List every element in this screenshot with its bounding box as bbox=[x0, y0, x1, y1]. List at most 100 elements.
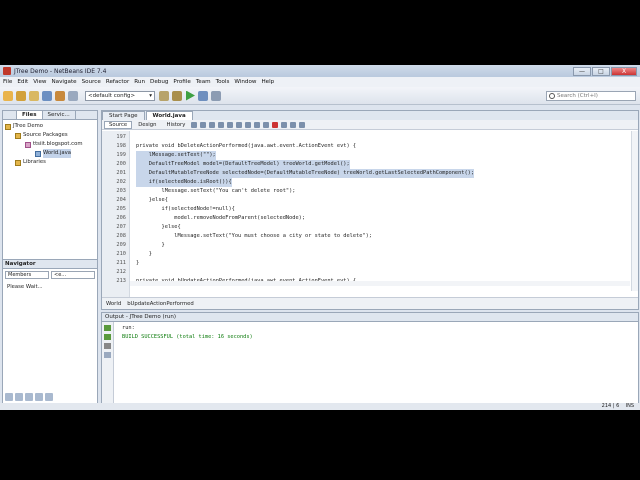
tab-world-java[interactable]: World.java bbox=[145, 111, 193, 120]
run-icon[interactable] bbox=[186, 90, 195, 101]
code-text: private void bDeleteActionPerformed(java… bbox=[136, 143, 357, 149]
navigator-status: Please Wait... bbox=[7, 284, 43, 290]
code-line[interactable]: 197 bbox=[102, 133, 638, 142]
tab-history[interactable]: History bbox=[163, 122, 190, 128]
save-all-icon[interactable] bbox=[42, 90, 52, 101]
menu-navigate[interactable]: Navigate bbox=[52, 79, 77, 85]
shift-left-icon[interactable] bbox=[254, 121, 261, 128]
menu-view[interactable]: View bbox=[33, 79, 46, 85]
back-icon[interactable] bbox=[191, 121, 198, 128]
code-line[interactable]: 198 private void bDeleteActionPerformed(j… bbox=[102, 142, 638, 151]
code-line[interactable]: 208 lMessage.setText("You must choose a … bbox=[102, 232, 638, 241]
minimize-button[interactable]: — bbox=[573, 66, 591, 76]
shift-right-icon[interactable] bbox=[263, 121, 270, 128]
new-file-icon[interactable] bbox=[3, 90, 13, 101]
code-line[interactable]: 204 }else{ bbox=[102, 196, 638, 205]
forward-icon[interactable] bbox=[200, 121, 207, 128]
output-title: Output - JTree Demo (run) bbox=[102, 313, 638, 322]
menu-edit[interactable]: Edit bbox=[17, 79, 28, 85]
tree-item-package[interactable]: ttsiit.blogspot.com bbox=[3, 140, 97, 149]
macro-stop-icon[interactable] bbox=[281, 121, 288, 128]
menu-team[interactable]: Team bbox=[196, 79, 211, 85]
maximize-button[interactable]: □ bbox=[592, 66, 610, 76]
tab-files[interactable]: Files bbox=[17, 111, 43, 119]
menu-profile[interactable]: Profile bbox=[173, 79, 190, 85]
filter-fields-icon[interactable] bbox=[5, 393, 13, 401]
navigator-title: Navigator bbox=[3, 260, 97, 269]
stop-icon[interactable] bbox=[104, 343, 111, 349]
filter-static-icon[interactable] bbox=[15, 393, 23, 401]
tab-services[interactable]: Servic... bbox=[43, 111, 76, 119]
debug-icon[interactable] bbox=[198, 90, 208, 101]
tree-item-libraries[interactable]: Libraries bbox=[3, 158, 97, 167]
code-line[interactable]: 211} bbox=[102, 259, 638, 268]
code-area[interactable]: 197 198 private void bDeleteActionPerforme… bbox=[102, 131, 638, 299]
tree-item-world-java[interactable]: World.java bbox=[3, 149, 97, 158]
toggle-highlight-icon[interactable] bbox=[236, 121, 243, 128]
tab-start-page[interactable]: Start Page bbox=[102, 111, 145, 120]
caret-position: 214 | 6 bbox=[601, 403, 620, 409]
tree-label: Source Packages bbox=[23, 132, 68, 138]
find-icon[interactable] bbox=[209, 121, 216, 128]
sort-icon[interactable] bbox=[35, 393, 43, 401]
rerun-icon[interactable] bbox=[104, 325, 111, 331]
code-line[interactable]: 206 model.removeNodeFromParent(selectedN… bbox=[102, 214, 638, 223]
menu-window[interactable]: Window bbox=[234, 79, 256, 85]
comment-icon[interactable] bbox=[290, 121, 297, 128]
horizontal-scrollbar[interactable] bbox=[130, 281, 630, 286]
rerun-params-icon[interactable] bbox=[104, 334, 111, 340]
breadcrumb-class[interactable]: World bbox=[106, 301, 121, 307]
code-text: lMessage.setText(""); bbox=[136, 151, 216, 160]
code-line[interactable]: 209 } bbox=[102, 241, 638, 250]
menu-tools[interactable]: Tools bbox=[216, 79, 230, 85]
menu-file[interactable]: File bbox=[3, 79, 12, 85]
tab-source[interactable]: Source bbox=[104, 120, 133, 129]
search-placeholder: Search (Ctrl+I) bbox=[557, 92, 598, 99]
filter-fqn-icon[interactable] bbox=[45, 393, 53, 401]
profile-icon[interactable] bbox=[211, 90, 221, 101]
code-line[interactable]: 203 lMessage.setText("You can't delete r… bbox=[102, 187, 638, 196]
library-icon bbox=[15, 159, 21, 166]
code-line[interactable]: 210 } bbox=[102, 250, 638, 259]
filter-select[interactable]: <e... bbox=[51, 271, 95, 279]
menu-debug[interactable]: Debug bbox=[150, 79, 168, 85]
title-bar: JTree Demo - NetBeans IDE 7.4 — □ X bbox=[0, 65, 640, 77]
uncomment-icon[interactable] bbox=[299, 121, 306, 128]
menu-refactor[interactable]: Refactor bbox=[106, 79, 129, 85]
members-select[interactable]: Members bbox=[5, 271, 49, 279]
code-line[interactable]: 207 }else{ bbox=[102, 223, 638, 232]
open-project-icon[interactable] bbox=[29, 90, 39, 101]
clean-build-icon[interactable] bbox=[172, 90, 182, 101]
menu-help[interactable]: Help bbox=[261, 79, 274, 85]
config-select[interactable]: <default config> ▾ bbox=[85, 90, 155, 101]
prev-occurrence-icon[interactable] bbox=[218, 121, 225, 128]
code-line[interactable]: 202 if(selectedNode.isRoot()){ bbox=[102, 178, 638, 187]
new-project-icon[interactable] bbox=[16, 90, 26, 101]
code-text: model.removeNodeFromParent(selectedNode)… bbox=[136, 215, 306, 221]
code-text: }else{ bbox=[136, 224, 181, 230]
close-button[interactable]: X bbox=[611, 66, 637, 76]
tree-item-project[interactable]: JTree Demo bbox=[3, 122, 97, 131]
undo-icon[interactable] bbox=[55, 90, 65, 101]
vertical-scrollbar[interactable] bbox=[631, 131, 638, 291]
code-line[interactable]: 200 DefaultTreeModel model=(DefaultTreeM… bbox=[102, 160, 638, 169]
menu-run[interactable]: Run bbox=[134, 79, 145, 85]
settings-icon[interactable] bbox=[104, 352, 111, 358]
filter-inherited-icon[interactable] bbox=[25, 393, 33, 401]
code-line[interactable]: 199 lMessage.setText(""); bbox=[102, 151, 638, 160]
tab-projects[interactable] bbox=[3, 111, 17, 119]
macro-record-icon[interactable] bbox=[272, 121, 279, 128]
redo-icon[interactable] bbox=[68, 90, 78, 101]
project-icon bbox=[5, 123, 11, 130]
menu-source[interactable]: Source bbox=[82, 79, 101, 85]
tree-item-source-packages[interactable]: Source Packages bbox=[3, 131, 97, 140]
code-line[interactable]: 205 if(selectedNode!=null){ bbox=[102, 205, 638, 214]
search-input[interactable]: Search (Ctrl+I) bbox=[546, 90, 636, 101]
build-icon[interactable] bbox=[159, 90, 169, 101]
toggle-bookmark-icon[interactable] bbox=[245, 121, 252, 128]
breadcrumb-method[interactable]: bUpdateActionPerformed bbox=[127, 301, 194, 307]
tab-design[interactable]: Design bbox=[134, 122, 160, 128]
code-line[interactable]: 212 bbox=[102, 268, 638, 277]
code-line[interactable]: 201 DefaultMutableTreeNode selectedNode=… bbox=[102, 169, 638, 178]
next-occurrence-icon[interactable] bbox=[227, 121, 234, 128]
